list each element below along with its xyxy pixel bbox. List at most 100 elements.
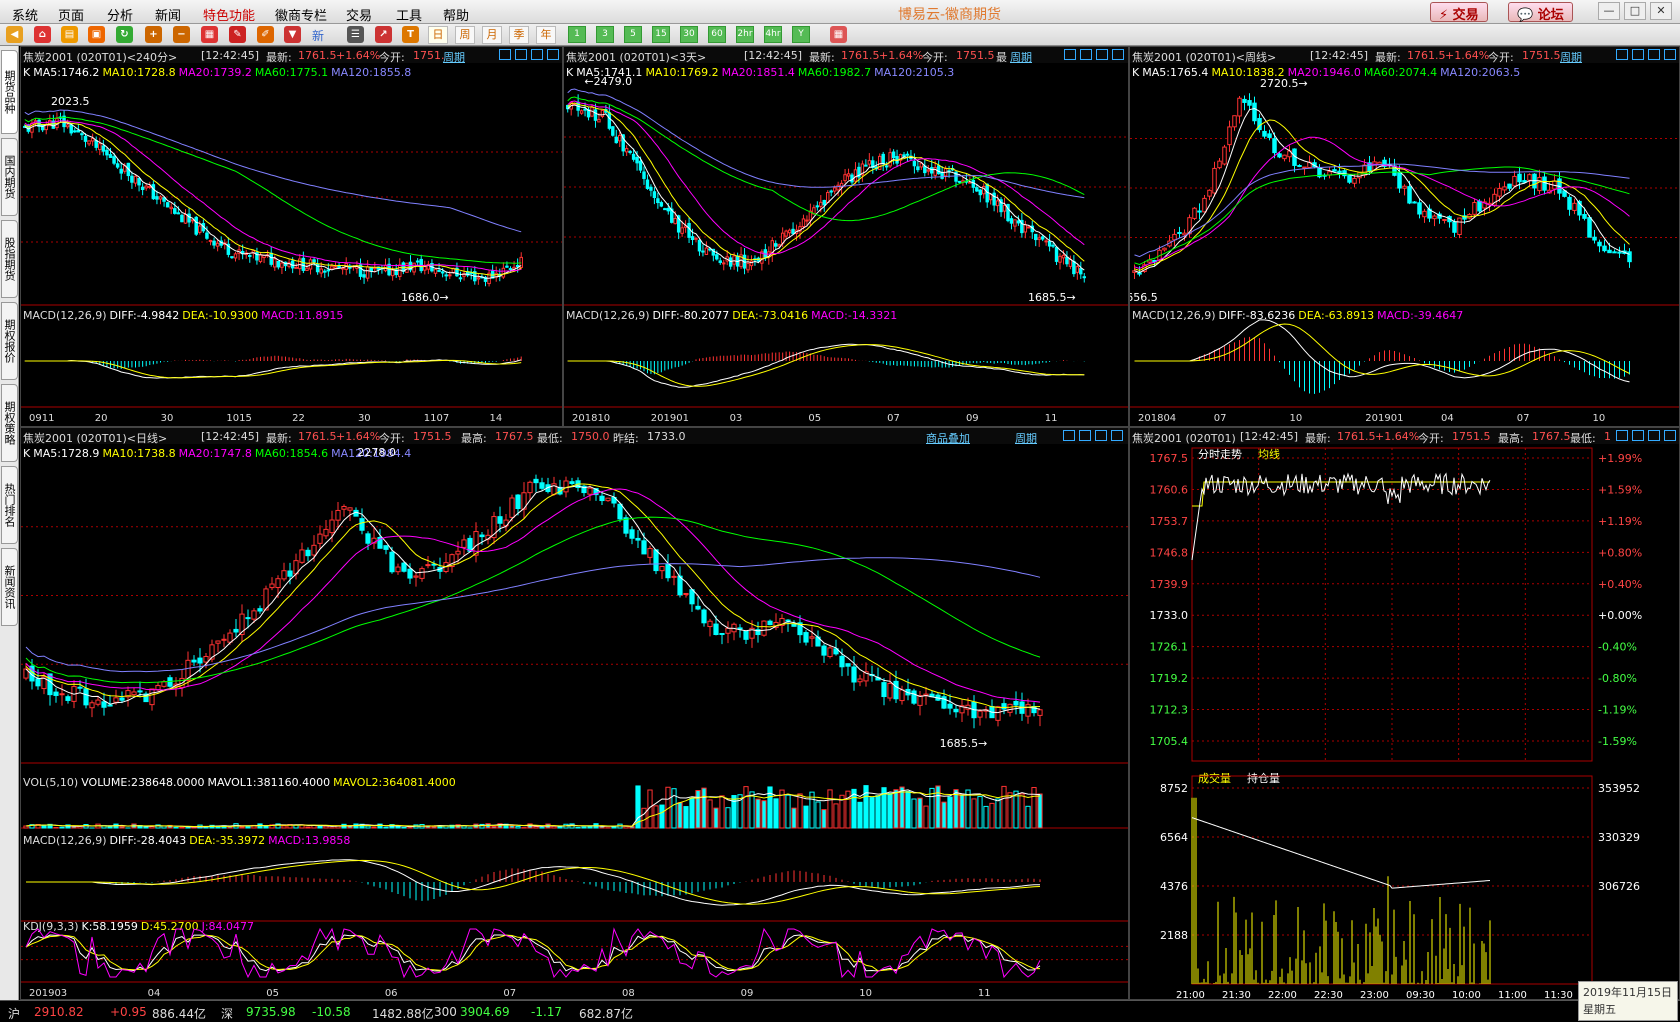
volume-bar (857, 801, 863, 829)
period-2hr[interactable]: 2hr (736, 26, 754, 43)
zoom-in-icon[interactable]: + (145, 26, 162, 43)
menu-help[interactable]: 帮助 (443, 5, 469, 24)
candle (1072, 260, 1076, 275)
x-tick-label: 11 (1045, 413, 1058, 424)
calendar-icon[interactable]: ▦ (830, 26, 847, 43)
kline-chart: 2278.0 1685.5→ 201903 04 05 06 07 08 09 10 11 (21, 446, 1128, 999)
period-30min[interactable]: 30 (680, 26, 698, 43)
candle (53, 691, 59, 696)
candle (704, 247, 709, 255)
period-year[interactable]: 年 (536, 26, 556, 44)
menu-trade[interactable]: 交易 (346, 5, 372, 24)
candle (1207, 189, 1212, 197)
display-icon[interactable]: ▣ (88, 26, 105, 43)
menu-huishang[interactable]: 徽商专栏 (275, 5, 327, 24)
period-4hr[interactable]: 4hr (764, 26, 782, 43)
candle (301, 257, 306, 271)
candle (287, 570, 293, 577)
tick-icon[interactable]: T (402, 26, 419, 43)
period-15min[interactable]: 15 (652, 26, 670, 43)
home-icon[interactable]: ⌂ (34, 26, 51, 43)
zoom-out-icon[interactable]: − (173, 26, 190, 43)
chart-panel-daily[interactable]: 焦炭2001 (020T01)<日线> [12:42:45] 最新: 1761.… (20, 427, 1129, 1000)
volume-bar (59, 826, 65, 829)
forum-button[interactable]: 💬 论坛 (1508, 2, 1573, 23)
filter-icon[interactable]: ▼ (284, 26, 301, 43)
candle (251, 610, 257, 620)
candle (65, 696, 71, 701)
period-quarter[interactable]: 季 (509, 26, 529, 44)
x-tick-label: 06 (385, 988, 398, 999)
new-button[interactable]: 新 (312, 27, 324, 44)
volume-bar (551, 825, 557, 829)
candle (836, 184, 840, 191)
chart-panel-240min[interactable]: 焦炭2001 (020T01)<240分> [12:42:45] 最新: 176… (20, 46, 563, 427)
time-tick-label: 09:30 (1406, 990, 1435, 1000)
volume-bar (887, 792, 893, 829)
period-1min[interactable]: 1 (568, 26, 586, 43)
volume-bar (119, 826, 125, 829)
draw-icon[interactable]: ✎ (229, 26, 246, 43)
menu-system[interactable]: 系统 (12, 5, 38, 24)
refresh-icon[interactable]: ↻ (116, 26, 133, 43)
brush-icon[interactable]: ✐ (257, 26, 274, 43)
candle (1502, 186, 1507, 191)
book-icon[interactable]: ▤ (61, 26, 78, 43)
volume-bar (677, 802, 683, 829)
candle (563, 480, 569, 493)
sidebar-tab-hot-rank[interactable]: 热门排名 (1, 466, 18, 544)
candle (926, 169, 930, 172)
sidebar-tab-futures-list[interactable]: 期货品种 (1, 50, 18, 134)
volume-bar (431, 826, 437, 829)
candle (87, 140, 91, 145)
candle (1257, 118, 1262, 131)
chart-panel-weekly[interactable]: 焦炭2001 (020T01)<周线> [12:42:45] 最新: 1761.… (1129, 46, 1680, 427)
candle (1302, 166, 1307, 169)
close-button[interactable]: ✕ (1650, 2, 1672, 20)
volume-bar (515, 826, 521, 829)
menu-page[interactable]: 页面 (58, 5, 84, 24)
candle (515, 494, 521, 510)
minimize-button[interactable]: — (1598, 2, 1620, 20)
pct-tick-label: +0.00% (1598, 609, 1642, 622)
candle (887, 682, 893, 699)
candle (777, 244, 781, 247)
menu-analysis[interactable]: 分析 (107, 5, 133, 24)
sidebar-tab-options-strategy[interactable]: 期权策略 (1, 384, 18, 462)
intraday-panel[interactable]: 焦炭2001 (020T01) [12:42:45] 最新: 1761.5 +1… (1129, 427, 1680, 1000)
period-custom[interactable]: Y (792, 26, 810, 43)
period-week[interactable]: 周 (455, 26, 475, 44)
candle (851, 666, 857, 683)
period-60min[interactable]: 60 (708, 26, 726, 43)
period-3min[interactable]: 3 (596, 26, 614, 43)
period-5min[interactable]: 5 (624, 26, 642, 43)
candle (1242, 98, 1247, 103)
back-icon[interactable]: ◀ (6, 26, 23, 43)
volume-bar (557, 826, 563, 829)
csi300-label: 300 (434, 1005, 457, 1019)
volume-bar (797, 793, 803, 829)
period-day[interactable]: 日 (428, 26, 448, 44)
chart-panel-3day[interactable]: 焦炭2001 (020T01)<3天> [12:42:45] 最新: 1761.… (563, 46, 1129, 427)
candle (365, 533, 371, 544)
table-icon[interactable]: ☰ (347, 26, 364, 43)
trade-button[interactable]: ⚡ 交易 (1430, 2, 1488, 23)
chart-icon[interactable]: ↗ (375, 26, 392, 43)
sidebar-tab-news[interactable]: 新闻资讯 (1, 548, 18, 626)
maximize-button[interactable]: □ (1624, 2, 1646, 20)
candle (294, 266, 298, 269)
volume-bar (827, 789, 833, 829)
sidebar-tab-options-quote[interactable]: 期权报价 (1, 302, 18, 380)
candle (155, 685, 161, 691)
layout-icon[interactable]: ▦ (201, 26, 218, 43)
sidebar-tab-index[interactable]: 股指期货 (1, 220, 18, 298)
menu-tools[interactable]: 工具 (396, 5, 422, 24)
candle (1337, 170, 1342, 173)
volume-bar (713, 807, 719, 829)
sidebar-tab-domestic[interactable]: 国内期货 (1, 138, 18, 216)
candle (98, 143, 102, 151)
menu-features[interactable]: 特色功能 (203, 5, 255, 24)
candle (151, 184, 156, 200)
menu-news[interactable]: 新闻 (155, 5, 181, 24)
period-month[interactable]: 月 (482, 26, 502, 44)
